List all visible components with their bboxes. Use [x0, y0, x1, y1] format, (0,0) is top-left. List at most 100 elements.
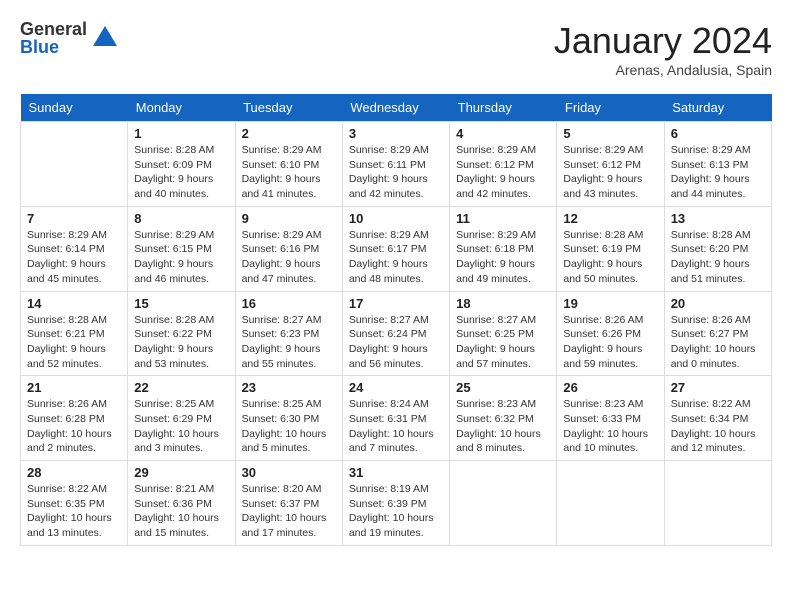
day-header-thursday: Thursday — [450, 94, 557, 122]
day-number: 5 — [563, 126, 657, 141]
calendar-cell: 21 Sunrise: 8:26 AMSunset: 6:28 PMDayligh… — [21, 376, 128, 461]
day-number: 27 — [671, 380, 765, 395]
title-section: January 2024 Arenas, Andalusia, Spain — [554, 20, 772, 78]
calendar-cell — [450, 461, 557, 546]
day-header-wednesday: Wednesday — [342, 94, 449, 122]
week-row-3: 14 Sunrise: 8:28 AMSunset: 6:21 PMDayligh… — [21, 291, 772, 376]
day-info: Sunrise: 8:22 AMSunset: 6:34 PMDaylight:… — [671, 397, 765, 456]
day-number: 22 — [134, 380, 228, 395]
day-info: Sunrise: 8:27 AMSunset: 6:24 PMDaylight:… — [349, 313, 443, 372]
calendar-cell: 10Sunrise: 8:29 AMSunset: 6:17 PMDayligh… — [342, 206, 449, 291]
day-number: 4 — [456, 126, 550, 141]
calendar-cell: 19 Sunrise: 8:26 AMSunset: 6:26 PMDayligh… — [557, 291, 664, 376]
calendar-cell: 13 Sunrise: 8:28 AMSunset: 6:20 PMDayligh… — [664, 206, 771, 291]
day-number: 8 — [134, 211, 228, 226]
day-info: Sunrise: 8:29 AMSunset: 6:18 PMDaylight:… — [456, 228, 550, 287]
day-number: 9 — [242, 211, 336, 226]
day-info: Sunrise: 8:21 AMSunset: 6:36 PMDaylight:… — [134, 482, 228, 541]
day-header-monday: Monday — [128, 94, 235, 122]
day-number: 7 — [27, 211, 121, 226]
calendar-cell: 9Sunrise: 8:29 AMSunset: 6:16 PMDaylight… — [235, 206, 342, 291]
day-info: Sunrise: 8:28 AMSunset: 6:19 PMDaylight:… — [563, 228, 657, 287]
day-info: Sunrise: 8:23 AMSunset: 6:33 PMDaylight:… — [563, 397, 657, 456]
calendar-cell: 8 Sunrise: 8:29 AMSunset: 6:15 PMDaylight… — [128, 206, 235, 291]
day-number: 17 — [349, 296, 443, 311]
day-header-saturday: Saturday — [664, 94, 771, 122]
location: Arenas, Andalusia, Spain — [554, 62, 772, 78]
calendar-cell: 20 Sunrise: 8:26 AMSunset: 6:27 PMDayligh… — [664, 291, 771, 376]
day-number: 31 — [349, 465, 443, 480]
day-number: 23 — [242, 380, 336, 395]
calendar-cell: 2Sunrise: 8:29 AMSunset: 6:10 PMDaylight… — [235, 122, 342, 207]
calendar-cell: 5Sunrise: 8:29 AMSunset: 6:12 PMDaylight… — [557, 122, 664, 207]
calendar-cell: 22Sunrise: 8:25 AMSunset: 6:29 PMDayligh… — [128, 376, 235, 461]
logo-blue: Blue — [20, 38, 87, 56]
calendar-cell: 30Sunrise: 8:20 AMSunset: 6:37 PMDayligh… — [235, 461, 342, 546]
day-info: Sunrise: 8:28 AMSunset: 6:21 PMDaylight:… — [27, 313, 121, 372]
calendar-cell: 25 Sunrise: 8:23 AMSunset: 6:32 PMDayligh… — [450, 376, 557, 461]
day-number: 1 — [134, 126, 228, 141]
calendar-cell: 16 Sunrise: 8:27 AMSunset: 6:23 PMDayligh… — [235, 291, 342, 376]
calendar-cell: 7 Sunrise: 8:29 AMSunset: 6:14 PMDaylight… — [21, 206, 128, 291]
calendar-cell: 29 Sunrise: 8:21 AMSunset: 6:36 PMDayligh… — [128, 461, 235, 546]
day-number: 11 — [456, 211, 550, 226]
day-header-tuesday: Tuesday — [235, 94, 342, 122]
day-number: 29 — [134, 465, 228, 480]
day-number: 28 — [27, 465, 121, 480]
day-info: Sunrise: 8:20 AMSunset: 6:37 PMDaylight:… — [242, 482, 336, 541]
week-row-5: 28 Sunrise: 8:22 AMSunset: 6:35 PMDayligh… — [21, 461, 772, 546]
day-number: 19 — [563, 296, 657, 311]
calendar-cell: 24Sunrise: 8:24 AMSunset: 6:31 PMDayligh… — [342, 376, 449, 461]
day-info: Sunrise: 8:27 AMSunset: 6:23 PMDaylight:… — [242, 313, 336, 372]
day-number: 16 — [242, 296, 336, 311]
logo: General Blue — [20, 20, 119, 56]
day-header-friday: Friday — [557, 94, 664, 122]
day-info: Sunrise: 8:29 AMSunset: 6:13 PMDaylight:… — [671, 143, 765, 202]
calendar-cell: 1 Sunrise: 8:28 AMSunset: 6:09 PMDaylight… — [128, 122, 235, 207]
day-info: Sunrise: 8:26 AMSunset: 6:28 PMDaylight:… — [27, 397, 121, 456]
day-info: Sunrise: 8:29 AMSunset: 6:10 PMDaylight:… — [242, 143, 336, 202]
calendar-cell: 14 Sunrise: 8:28 AMSunset: 6:21 PMDayligh… — [21, 291, 128, 376]
logo-general: General — [20, 20, 87, 38]
day-number: 21 — [27, 380, 121, 395]
day-info: Sunrise: 8:29 AMSunset: 6:17 PMDaylight:… — [349, 228, 443, 287]
day-info: Sunrise: 8:29 AMSunset: 6:15 PMDaylight:… — [134, 228, 228, 287]
day-number: 18 — [456, 296, 550, 311]
day-info: Sunrise: 8:23 AMSunset: 6:32 PMDaylight:… — [456, 397, 550, 456]
day-info: Sunrise: 8:27 AMSunset: 6:25 PMDaylight:… — [456, 313, 550, 372]
calendar-cell: 23 Sunrise: 8:25 AMSunset: 6:30 PMDayligh… — [235, 376, 342, 461]
month-title: January 2024 — [554, 20, 772, 62]
day-info: Sunrise: 8:29 AMSunset: 6:12 PMDaylight:… — [456, 143, 550, 202]
day-number: 13 — [671, 211, 765, 226]
day-number: 6 — [671, 126, 765, 141]
header-row: SundayMondayTuesdayWednesdayThursdayFrid… — [21, 94, 772, 122]
calendar: SundayMondayTuesdayWednesdayThursdayFrid… — [20, 94, 772, 546]
calendar-cell — [21, 122, 128, 207]
day-info: Sunrise: 8:29 AMSunset: 6:14 PMDaylight:… — [27, 228, 121, 287]
calendar-cell: 3 Sunrise: 8:29 AMSunset: 6:11 PMDaylight… — [342, 122, 449, 207]
calendar-cell — [664, 461, 771, 546]
calendar-cell: 27 Sunrise: 8:22 AMSunset: 6:34 PMDayligh… — [664, 376, 771, 461]
calendar-cell: 18 Sunrise: 8:27 AMSunset: 6:25 PMDayligh… — [450, 291, 557, 376]
day-number: 20 — [671, 296, 765, 311]
calendar-cell: 17 Sunrise: 8:27 AMSunset: 6:24 PMDayligh… — [342, 291, 449, 376]
day-info: Sunrise: 8:19 AMSunset: 6:39 PMDaylight:… — [349, 482, 443, 541]
day-number: 25 — [456, 380, 550, 395]
calendar-cell: 28 Sunrise: 8:22 AMSunset: 6:35 PMDayligh… — [21, 461, 128, 546]
day-info: Sunrise: 8:26 AMSunset: 6:26 PMDaylight:… — [563, 313, 657, 372]
calendar-cell: 15Sunrise: 8:28 AMSunset: 6:22 PMDayligh… — [128, 291, 235, 376]
day-info: Sunrise: 8:28 AMSunset: 6:09 PMDaylight:… — [134, 143, 228, 202]
day-info: Sunrise: 8:28 AMSunset: 6:22 PMDaylight:… — [134, 313, 228, 372]
day-info: Sunrise: 8:25 AMSunset: 6:30 PMDaylight:… — [242, 397, 336, 456]
day-info: Sunrise: 8:29 AMSunset: 6:11 PMDaylight:… — [349, 143, 443, 202]
day-number: 3 — [349, 126, 443, 141]
day-info: Sunrise: 8:22 AMSunset: 6:35 PMDaylight:… — [27, 482, 121, 541]
day-info: Sunrise: 8:24 AMSunset: 6:31 PMDaylight:… — [349, 397, 443, 456]
calendar-cell — [557, 461, 664, 546]
day-info: Sunrise: 8:28 AMSunset: 6:20 PMDaylight:… — [671, 228, 765, 287]
day-info: Sunrise: 8:26 AMSunset: 6:27 PMDaylight:… — [671, 313, 765, 372]
day-number: 14 — [27, 296, 121, 311]
calendar-cell: 6 Sunrise: 8:29 AMSunset: 6:13 PMDaylight… — [664, 122, 771, 207]
calendar-cell: 4 Sunrise: 8:29 AMSunset: 6:12 PMDaylight… — [450, 122, 557, 207]
day-header-sunday: Sunday — [21, 94, 128, 122]
